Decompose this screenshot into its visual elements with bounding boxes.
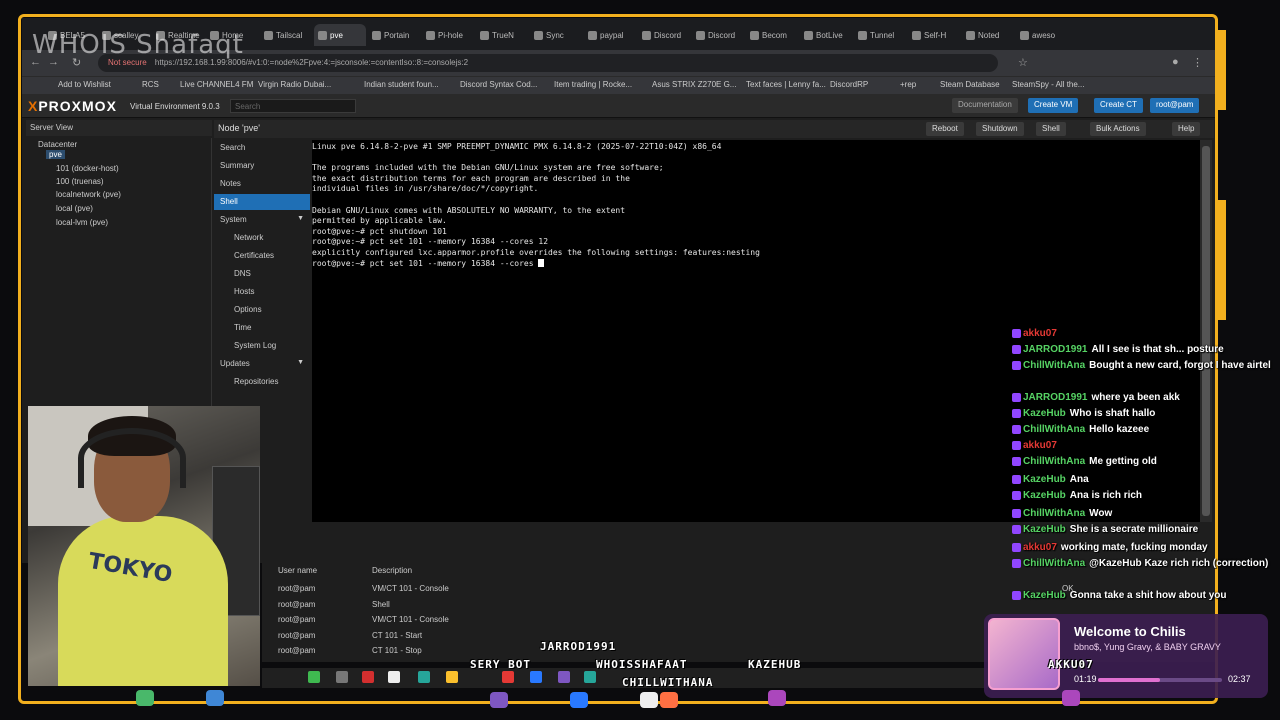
viewer-avatar-icon	[490, 692, 508, 708]
chat-message: KazeHub Ana	[1012, 474, 1280, 485]
chat-username: akku07	[1023, 328, 1057, 339]
viewer-avatar-icon	[768, 690, 786, 706]
song-artist: bbno$, Yung Gravy, & BABY GRAVY	[1074, 642, 1221, 652]
chat-username: JARROD1991	[1023, 344, 1088, 355]
chat-username: akku07	[1023, 440, 1057, 451]
chat-message: KazeHub Ana is rich rich	[1012, 490, 1280, 501]
chat-message: KazeHub She is a secrate millionaire	[1012, 524, 1280, 535]
chat-message: akku07 working mate, fucking monday	[1012, 542, 1280, 553]
badge-icon	[1012, 590, 1021, 600]
song-progress-fill	[1098, 678, 1160, 682]
chat-username: ChillWithAna	[1023, 558, 1086, 569]
viewer-name: AKKU07	[1048, 658, 1094, 671]
chat-message: ChillWithAna Wow	[1012, 508, 1280, 519]
chat-username: KazeHub	[1023, 490, 1066, 501]
badge-icon	[1012, 558, 1021, 568]
chat-text: where ya been akk	[1091, 392, 1180, 403]
chat-message: JARROD1991 All I see is that sh... postur…	[1012, 344, 1280, 355]
chat-username: KazeHub	[1023, 474, 1066, 485]
badge-icon	[1012, 360, 1021, 370]
webcam-feed: TOKYO	[28, 406, 260, 686]
badge-icon	[1012, 508, 1021, 518]
elapsed-time: 01:19	[1074, 674, 1097, 684]
frame-decoration	[1216, 30, 1226, 110]
viewer-avatar-icon	[660, 692, 678, 708]
badge-icon	[1012, 474, 1021, 484]
chat-message: KazeHub Who is shaft hallo	[1012, 408, 1280, 419]
viewer-avatar-icon	[640, 692, 658, 708]
viewer-name: WHOISSHAFAAT	[596, 658, 688, 671]
chat-text: Bought a new card, forgot I have airtel	[1089, 360, 1271, 371]
viewer-avatar-icon	[206, 690, 224, 706]
chat-message: JARROD1991 where ya been akk	[1012, 392, 1280, 403]
chat-text: Who is shaft hallo	[1069, 408, 1156, 419]
viewer-avatar-icon	[570, 692, 588, 708]
chat-overlay: akku07 JARROD1991 All I see is that sh... …	[1012, 328, 1280, 608]
song-title: Welcome to Chilis	[1074, 624, 1186, 639]
viewer-name: CHILLWITHANA	[622, 676, 714, 689]
chat-username: ChillWithAna	[1023, 456, 1086, 467]
stream-watermark: WHOIS Shafaqt	[32, 30, 244, 60]
badge-icon	[1012, 524, 1021, 534]
chat-username: ChillWithAna	[1023, 424, 1086, 435]
badge-icon	[1012, 490, 1021, 500]
chat-text: Ana is rich rich	[1069, 490, 1143, 501]
chat-message: ChillWithAna Hello kazeee	[1012, 424, 1280, 435]
chat-text: Ana	[1069, 474, 1089, 485]
badge-icon	[1012, 344, 1021, 354]
chat-text: Gonna take a shit how about you	[1069, 590, 1227, 601]
frame-decoration	[1216, 200, 1226, 320]
chat-text: Wow	[1089, 508, 1113, 519]
chat-username: JARROD1991	[1023, 392, 1088, 403]
chat-message: ChillWithAna Bought a new card, forgot I …	[1012, 360, 1280, 371]
music-widget: Welcome to Chilis bbno$, Yung Gravy, & B…	[984, 614, 1268, 698]
chat-username: KazeHub	[1023, 408, 1066, 419]
chat-message: ChillWithAna Me getting old	[1012, 456, 1280, 467]
viewer-name: JARROD1991	[540, 640, 617, 653]
viewer-name: SERY BOT	[470, 658, 531, 671]
chat-username: KazeHub	[1023, 524, 1066, 535]
chat-text: She is a secrate millionaire	[1069, 524, 1199, 535]
badge-icon	[1012, 456, 1021, 466]
chat-username: akku07	[1023, 542, 1057, 553]
chat-message: KazeHub Gonna take a shit how about you	[1012, 590, 1280, 601]
chat-text: Me getting old	[1089, 456, 1157, 467]
badge-icon	[1012, 328, 1021, 338]
album-art	[988, 618, 1060, 690]
chat-text: All I see is that sh... posture	[1091, 344, 1224, 355]
streamer-shirt	[58, 516, 228, 686]
stream-root: BELA5 scalley Realtime Home Tailscal pve Porta…	[0, 0, 1280, 720]
badge-icon	[1012, 408, 1021, 418]
badge-icon	[1012, 542, 1021, 552]
viewer-avatar-icon	[1062, 690, 1080, 706]
badge-icon	[1012, 424, 1021, 434]
chat-message: ChillWithAna @KazeHub Kaze rich rich (cor…	[1012, 558, 1280, 569]
viewer-name: KAZEHUB	[748, 658, 802, 671]
song-progress	[1098, 678, 1222, 682]
badge-icon	[1012, 392, 1021, 402]
chat-text: @KazeHub Kaze rich rich (correction)	[1089, 558, 1269, 569]
chat-message: akku07	[1012, 440, 1280, 451]
chat-text: working mate, fucking monday	[1060, 542, 1208, 553]
chat-message: akku07	[1012, 328, 1280, 339]
chat-text: Hello kazeee	[1089, 424, 1150, 435]
headset-icon	[78, 428, 186, 488]
badge-icon	[1012, 440, 1021, 450]
chat-username: ChillWithAna	[1023, 360, 1086, 371]
chat-username: KazeHub	[1023, 590, 1066, 601]
viewer-avatar-icon	[136, 690, 154, 706]
total-time: 02:37	[1228, 674, 1251, 684]
chat-username: ChillWithAna	[1023, 508, 1086, 519]
